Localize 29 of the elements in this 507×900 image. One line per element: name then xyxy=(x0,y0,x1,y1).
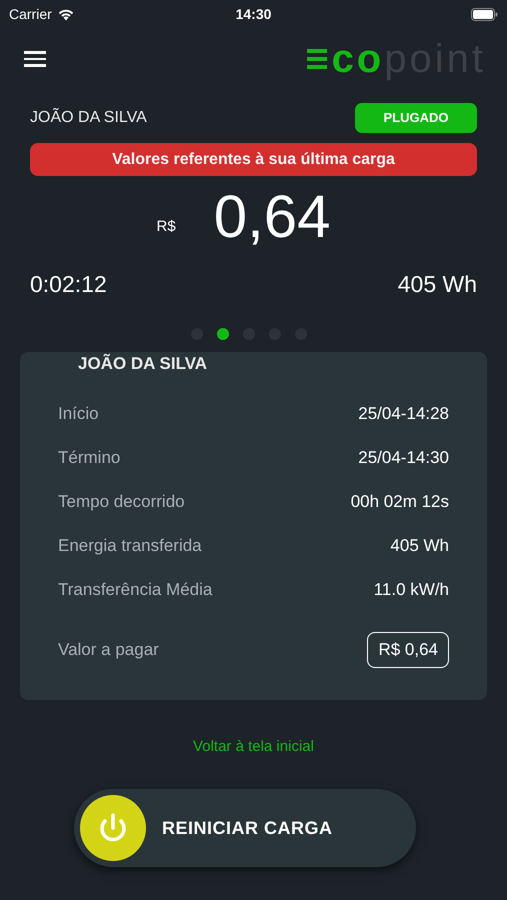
carrier-label: Carrier xyxy=(9,4,52,24)
power-icon xyxy=(80,795,146,861)
home-link[interactable]: Voltar à tela inicial xyxy=(193,736,314,758)
row-label: Energia transferida xyxy=(58,534,202,557)
row-value: 25/04-14:30 xyxy=(358,446,449,469)
status-badge: PLUGADO xyxy=(355,103,477,133)
card-title: JOÃO DA SILVA xyxy=(78,354,208,374)
row-label: Término xyxy=(58,446,120,469)
battery-icon xyxy=(471,8,498,20)
restart-button[interactable]: REINICIAR CARGA xyxy=(74,789,416,867)
row-label: Tempo decorrido xyxy=(58,490,185,513)
energy-value: 405 Wh xyxy=(398,270,477,299)
user-name: JOÃO DA SILVA xyxy=(30,107,147,128)
clock: 14:30 xyxy=(236,4,272,24)
row-label: Transferência Média xyxy=(58,578,212,601)
total-value: R$ 0,64 xyxy=(367,632,449,668)
alert-banner: Valores referentes à sua última carga xyxy=(30,143,477,176)
currency-label: R$ xyxy=(156,216,176,236)
row-value: 11.0 kW/h xyxy=(374,578,449,601)
row-value: 405 Wh xyxy=(390,534,449,557)
row-label: Início xyxy=(58,402,99,425)
elapsed-time: 0:02:12 xyxy=(30,270,107,299)
total-label: Valor a pagar xyxy=(58,638,159,661)
logo-mark-icon xyxy=(306,48,329,70)
wifi-icon xyxy=(56,8,75,20)
amount-value: 0,64 xyxy=(214,184,330,250)
row-value: 00h 02m 12s xyxy=(350,490,449,513)
row-value: 25/04-14:28 xyxy=(358,402,449,425)
menu-button[interactable] xyxy=(24,49,48,69)
